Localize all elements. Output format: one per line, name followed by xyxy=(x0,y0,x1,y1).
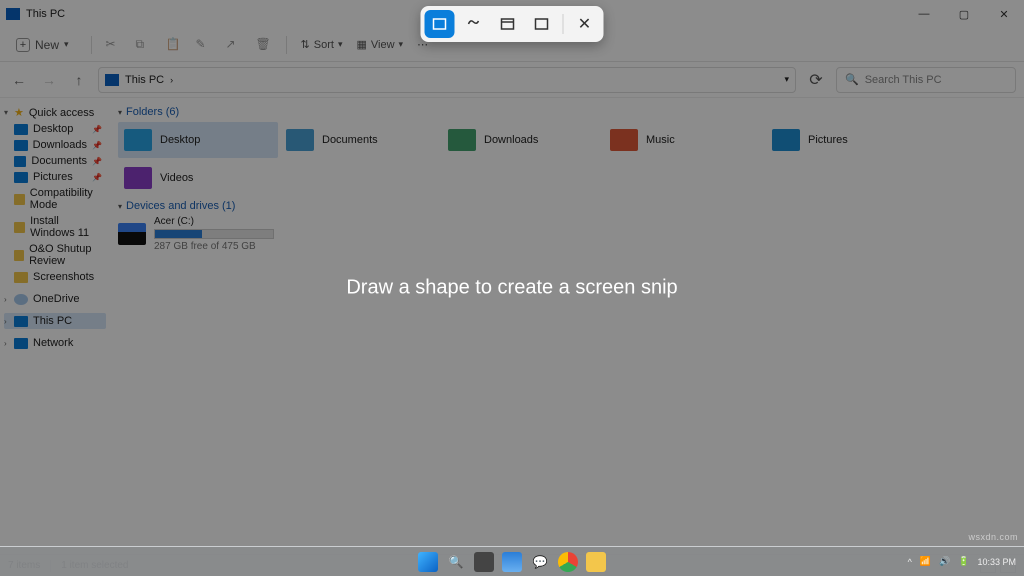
fullscreen-icon xyxy=(534,16,550,32)
widgets-icon[interactable] xyxy=(502,552,522,572)
snip-rect-button[interactable] xyxy=(425,10,455,38)
chrome-icon[interactable] xyxy=(558,552,578,572)
snip-window-button[interactable] xyxy=(493,10,523,38)
taskbar: 🔍 💬 ^ 📶 🔊 🔋 10:33 PM xyxy=(0,546,1024,576)
snip-close-button[interactable]: ✕ xyxy=(570,10,600,38)
freeform-icon xyxy=(466,16,482,32)
battery-icon[interactable]: 🔋 xyxy=(958,556,969,567)
start-icon[interactable] xyxy=(418,552,438,572)
clock[interactable]: 10:33 PM xyxy=(977,557,1016,567)
rectangle-icon xyxy=(432,16,448,32)
search-icon[interactable]: 🔍 xyxy=(446,552,466,572)
watermark: wsxdn.com xyxy=(968,532,1018,542)
snip-freeform-button[interactable] xyxy=(459,10,489,38)
explorer-icon[interactable] xyxy=(586,552,606,572)
wifi-icon[interactable]: 📶 xyxy=(920,556,931,567)
volume-icon[interactable]: 🔊 xyxy=(939,556,950,567)
taskview-icon[interactable] xyxy=(474,552,494,572)
snip-fullscreen-button[interactable] xyxy=(527,10,557,38)
snip-hint: Draw a shape to create a screen snip xyxy=(346,277,677,300)
snip-toolbar: ✕ xyxy=(421,6,604,42)
chat-icon[interactable]: 💬 xyxy=(530,552,550,572)
window-icon xyxy=(500,16,516,32)
tray-chevron-icon[interactable]: ^ xyxy=(908,557,912,567)
